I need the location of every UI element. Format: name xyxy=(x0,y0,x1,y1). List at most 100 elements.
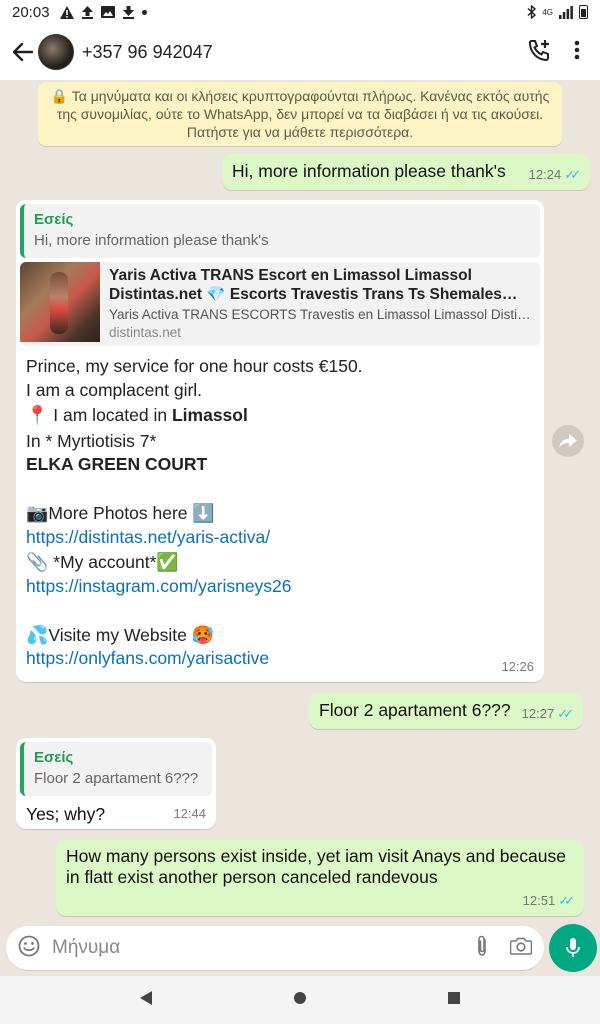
avatar[interactable] xyxy=(38,34,74,70)
message-incoming[interactable]: Εσείς Floor 2 apartament 6??? Yes; why? … xyxy=(16,738,216,829)
message-line-photos: 📷More Photos here ⬇️ xyxy=(26,502,534,526)
message-line: In * Myrtiotisis 7* xyxy=(26,430,157,451)
quote-text: Floor 2 apartament 6??? xyxy=(34,770,199,787)
pin-icon: 📍 xyxy=(26,405,49,426)
link-onlyfans[interactable]: https://onlyfans.com/yarisactive xyxy=(26,648,269,668)
quoted-message[interactable]: Εσείς Hi, more information please thank'… xyxy=(20,204,540,258)
message-meta: 12:51 ✓✓ xyxy=(522,890,575,912)
message-meta: 12:24 ✓✓ xyxy=(528,164,581,186)
check-mark-icon: ✅ xyxy=(156,552,179,573)
message-line: Prince, my service for one hour costs €1… xyxy=(26,356,363,376)
emoji-button[interactable] xyxy=(18,935,40,962)
mic-button[interactable] xyxy=(549,924,597,972)
emoji-icon xyxy=(18,935,40,956)
header-actions xyxy=(528,39,590,66)
input-bar xyxy=(0,920,600,976)
message-outgoing[interactable]: Floor 2 apartament 6??? 12:27 ✓✓ xyxy=(309,693,583,729)
chat-area[interactable]: 🔒 Τα μηνύματα και οι κλήσεις κρυπτογραφο… xyxy=(0,80,600,920)
message-line-location: 📍 I am located in Limassol xyxy=(26,404,534,428)
message-line-building: ELKA GREEN COURT xyxy=(26,454,208,474)
dot-icon xyxy=(141,9,147,15)
message-time: 12:24 xyxy=(528,167,562,182)
message-line-website: 💦Visite my Website 🥵 xyxy=(26,624,534,648)
download-icon xyxy=(122,5,134,19)
message-time: 12:51 xyxy=(522,893,556,908)
empty-line xyxy=(26,477,534,501)
contact-name[interactable]: +357 96 942047 xyxy=(82,42,213,63)
message-text: More Photos here xyxy=(48,503,193,523)
message-time: 12:27 xyxy=(521,706,555,721)
read-ticks-icon: ✓✓ xyxy=(564,167,581,182)
triangle-back-icon xyxy=(140,990,152,1005)
status-icons-left xyxy=(59,5,147,19)
quote-author: Εσείς xyxy=(34,211,74,228)
message-line: I am a complacent girl. xyxy=(26,379,203,400)
mic-icon xyxy=(566,938,580,957)
attach-button[interactable] xyxy=(476,935,488,962)
quoted-message[interactable]: Εσείς Floor 2 apartament 6??? xyxy=(20,742,212,796)
status-icons-right: 4G xyxy=(527,5,588,19)
message-text: *My account* xyxy=(48,552,157,572)
message-meta: 12:26 xyxy=(501,656,534,678)
camera-button[interactable] xyxy=(509,937,533,960)
link-preview-title: Yaris Activa TRANS Escort en Limassol Li… xyxy=(109,267,502,303)
nav-recents-button[interactable] xyxy=(447,991,461,1010)
message-line-account: 📎 *My account*✅ xyxy=(26,551,534,575)
link-distintas[interactable]: https://distintas.net/yaris-activa/ xyxy=(26,527,270,547)
message-text: Visite my Website xyxy=(48,624,192,645)
message-incoming[interactable]: Εσείς Hi, more information please thank'… xyxy=(16,200,544,682)
message-text: I am located in xyxy=(48,405,172,425)
nav-back-button[interactable] xyxy=(139,990,153,1011)
link-instagram[interactable]: https://instagram.com/yarisneys26 xyxy=(26,576,292,596)
circle-home-icon xyxy=(294,991,306,1004)
forward-button[interactable] xyxy=(552,425,584,457)
android-nav-bar xyxy=(0,976,600,1024)
message-outgoing[interactable]: How many persons exist inside, yet iam v… xyxy=(56,840,584,916)
signal-icon xyxy=(559,5,573,19)
status-time: 20:03 xyxy=(12,3,50,21)
message-line: https://instagram.com/yarisneys26 xyxy=(26,575,534,599)
message-line: https://distintas.net/yaris-activa/ xyxy=(26,526,534,550)
status-bar: 20:03 4G xyxy=(0,0,600,24)
arrow-left-icon xyxy=(13,43,33,61)
message-input-box xyxy=(6,926,544,970)
menu-button[interactable] xyxy=(574,40,580,65)
link-preview-domain: distintas.net xyxy=(109,325,182,340)
warning-icon xyxy=(59,5,74,19)
nav-home-button[interactable] xyxy=(293,991,307,1010)
message-meta: 12:44 xyxy=(173,803,206,825)
back-button[interactable] xyxy=(10,39,36,65)
battery-icon xyxy=(579,5,588,19)
bluetooth-icon xyxy=(527,5,537,19)
paperclip-icon: 📎 xyxy=(26,552,49,573)
paperclip-icon xyxy=(478,935,486,956)
message-line: https://onlyfans.com/yarisactive xyxy=(26,647,534,671)
down-arrow-icon: ⬇️ xyxy=(192,503,215,524)
empty-line xyxy=(26,598,534,622)
message-input[interactable] xyxy=(52,937,476,959)
square-recents-icon xyxy=(448,991,460,1004)
read-ticks-icon: ✓✓ xyxy=(557,706,574,721)
chat-header: +357 96 942047 xyxy=(0,24,600,80)
link-preview-body: Yaris Activa TRANS Escort en Limassol Li… xyxy=(100,262,540,346)
quote-author: Εσείς xyxy=(34,749,74,766)
location-city: Limassol xyxy=(171,405,248,425)
message-time: 12:26 xyxy=(501,659,534,674)
network-type: 4G xyxy=(542,8,553,17)
encryption-notice[interactable]: 🔒 Τα μηνύματα και οι κλήσεις κρυπτογραφο… xyxy=(38,82,562,146)
hot-face-icon: 🥵 xyxy=(191,624,215,646)
link-preview-description: Yaris Activa TRANS ESCORTS Travestis en … xyxy=(109,307,531,322)
link-preview[interactable]: Yaris Activa TRANS Escort en Limassol Li… xyxy=(20,262,540,346)
droplets-icon: 💦 xyxy=(26,624,49,646)
message-text: How many persons exist inside, yet iam v… xyxy=(66,846,566,887)
add-call-button[interactable] xyxy=(528,39,552,66)
quote-text: Hi, more information please thank's xyxy=(34,232,269,249)
more-vert-icon xyxy=(574,40,580,59)
message-body: Prince, my service for one hour costs €1… xyxy=(20,346,540,671)
message-outgoing[interactable]: Hi, more information please thank's 12:2… xyxy=(222,154,590,190)
link-preview-thumbnail xyxy=(20,262,100,342)
message-time: 12:44 xyxy=(173,806,206,821)
phone-plus-icon xyxy=(528,39,549,61)
camera-icon: 📷 xyxy=(26,503,49,524)
upload-icon xyxy=(81,5,93,19)
